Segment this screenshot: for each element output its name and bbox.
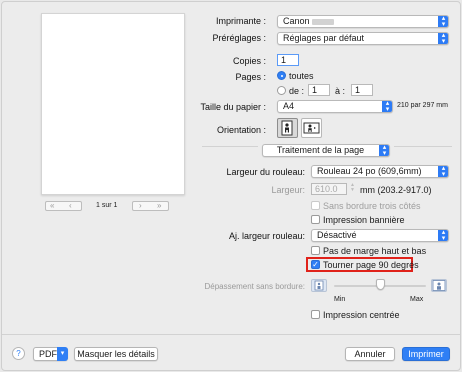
page-indicator: 1 sur 1 xyxy=(96,202,118,209)
pages-from-label: de : xyxy=(289,86,305,96)
centered-label: Impression centrée xyxy=(323,310,400,320)
paper-dimensions: 210 par 297 mm xyxy=(397,102,448,109)
chevron-updown-icon: ▴ ▾ xyxy=(438,16,448,27)
presets-select[interactable]: Réglages par défaut ▴ ▾ xyxy=(277,32,449,45)
orientation-portrait-button[interactable] xyxy=(277,118,298,138)
footer-separator xyxy=(2,334,460,335)
print-dialog: « ‹ 1 sur 1 › » Imprimante : Canon ▴ ▾ Pr… xyxy=(1,1,461,371)
separator xyxy=(394,146,452,147)
portrait-icon xyxy=(281,120,293,136)
width-unit: mm (203.2-917.0) xyxy=(360,185,432,195)
preview-nav-forward-group: › » xyxy=(132,201,169,211)
banner-checkbox[interactable] xyxy=(311,215,320,224)
roll-adjust-value: Désactivé xyxy=(317,230,357,240)
overflow-label: Dépassement sans bordure: xyxy=(204,282,306,291)
roll-width-label: Largeur du rouleau: xyxy=(226,167,305,177)
preview-nav-back-group: « ‹ xyxy=(45,201,82,211)
previous-page-button[interactable]: ‹ xyxy=(69,201,72,210)
roll-width-value: Rouleau 24 po (609,6mm) xyxy=(317,166,422,176)
pages-all-radio[interactable] xyxy=(277,71,286,80)
centered-checkbox[interactable] xyxy=(311,310,320,319)
borderless-three-checkbox[interactable] xyxy=(311,201,320,210)
chevron-updown-icon: ▴ ▾ xyxy=(438,230,448,241)
slider-max-label: Max xyxy=(410,296,424,303)
printer-label: Imprimante : xyxy=(215,16,266,26)
paper-size-label: Taille du papier : xyxy=(200,102,266,112)
chevron-down-icon: ▾ xyxy=(57,347,68,361)
chevron-updown-icon: ▴ ▾ xyxy=(438,33,448,44)
pages-label: Pages : xyxy=(235,72,266,82)
borderless-three-label: Sans bordure trois côtés xyxy=(323,201,421,211)
chevron-updown-icon: ▴ ▾ xyxy=(382,101,392,112)
landscape-icon xyxy=(303,122,320,134)
print-button[interactable]: Imprimer xyxy=(402,347,450,361)
orientation-label: Orientation : xyxy=(216,125,266,135)
separator xyxy=(202,146,258,147)
hide-details-button[interactable]: Masquer les détails xyxy=(74,347,158,361)
roll-adjust-label: Aj. largeur rouleau: xyxy=(228,231,305,241)
top-bottom-margin-label: Pas de marge haut et bas xyxy=(323,246,427,256)
pages-to-input[interactable]: 1 xyxy=(351,84,373,96)
pages-to-label: à : xyxy=(335,86,346,96)
copies-input[interactable]: 1 xyxy=(277,54,299,66)
pages-all-label: toutes xyxy=(289,71,314,81)
first-page-button[interactable]: « xyxy=(50,201,54,210)
slider-min-label: Min xyxy=(334,296,346,303)
overflow-max-icon xyxy=(431,279,447,292)
panel-value: Traitement de la page xyxy=(276,145,365,155)
chevron-updown-icon: ▴ ▾ xyxy=(438,166,448,177)
top-bottom-margin-checkbox[interactable] xyxy=(311,246,320,255)
banner-label: Impression bannière xyxy=(323,215,405,225)
pages-from-input[interactable]: 1 xyxy=(308,84,330,96)
rotate-90-checkbox[interactable]: ✓ xyxy=(311,260,320,269)
paper-size-value: A4 xyxy=(283,101,295,111)
pages-range-radio[interactable] xyxy=(277,86,286,95)
last-page-button[interactable]: » xyxy=(157,201,161,210)
page-preview xyxy=(41,13,185,195)
presets-label: Préréglages : xyxy=(212,33,266,43)
printer-value: Canon xyxy=(283,16,310,26)
pdf-label: PDF xyxy=(39,349,57,359)
paper-size-select[interactable]: A4 ▴ ▾ xyxy=(277,100,393,113)
orientation-landscape-button[interactable] xyxy=(301,118,322,138)
panel-select[interactable]: Traitement de la page ▴ ▾ xyxy=(262,144,390,157)
overflow-slider-thumb[interactable] xyxy=(375,279,385,290)
width-label: Largeur: xyxy=(271,185,305,195)
rotate-90-label: Tourner page 90 degrés xyxy=(323,260,419,270)
printer-select[interactable]: Canon ▴ ▾ xyxy=(277,15,449,28)
width-input[interactable]: 610.0 xyxy=(311,183,347,195)
pdf-menu-button[interactable]: PDF ▾ xyxy=(33,347,68,361)
help-button[interactable]: ? xyxy=(12,347,25,360)
cancel-button[interactable]: Annuler xyxy=(345,347,395,361)
copies-label: Copies : xyxy=(232,56,266,66)
roll-width-select[interactable]: Rouleau 24 po (609,6mm) ▴ ▾ xyxy=(311,165,449,178)
width-stepper[interactable]: ▲ ▼ xyxy=(349,183,356,195)
roll-adjust-select[interactable]: Désactivé ▴ ▾ xyxy=(311,229,449,242)
next-page-button[interactable]: › xyxy=(139,201,142,210)
chevron-updown-icon: ▴ ▾ xyxy=(379,145,389,156)
printer-name-redacted xyxy=(312,19,334,25)
help-icon: ? xyxy=(16,349,21,358)
overflow-min-icon xyxy=(311,279,327,292)
presets-value: Réglages par défaut xyxy=(283,33,365,43)
